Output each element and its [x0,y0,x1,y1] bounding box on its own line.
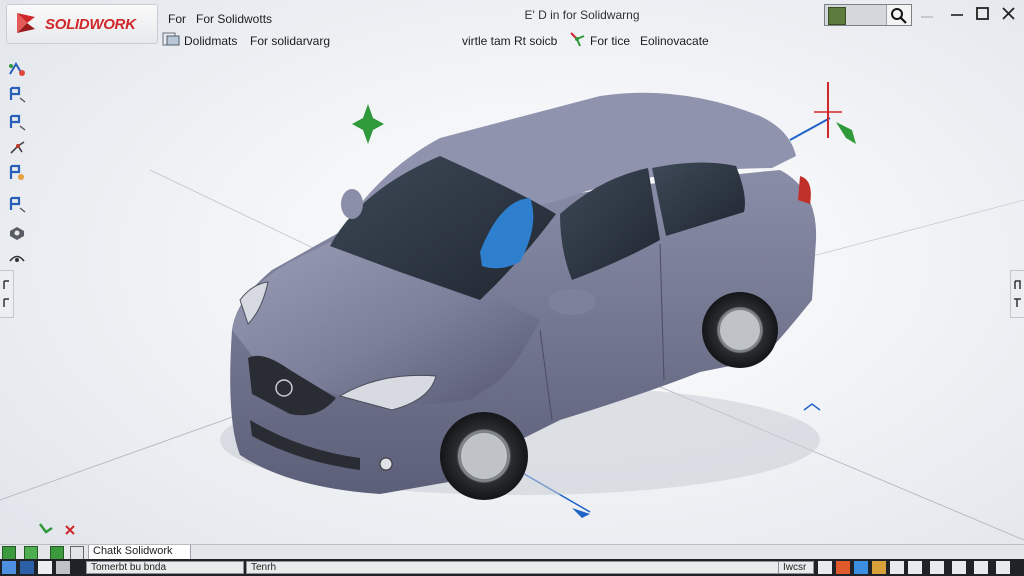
taskbar-item-label: Tomerbt bu bnda [91,562,167,573]
status-icons [2,546,84,560]
tab-model[interactable]: Chatk Solidwork [88,545,192,560]
menu-for-solidarvarg[interactable]: For solidarvarg [250,34,330,48]
taskbar-item-label: Iwcsr [783,562,807,573]
search-icon[interactable] [886,5,911,25]
fog-light [379,457,393,471]
chrome-icon[interactable] [854,561,868,574]
status-green-icon[interactable] [50,546,64,560]
toolbar-eolinovacate[interactable]: Eolinovacate [640,34,709,48]
axis-line [789,117,831,141]
taskbar-item[interactable]: Tenrh [246,561,814,574]
app-icon[interactable] [56,561,70,574]
axis-marker-icon [803,403,821,411]
app-icon[interactable] [38,561,52,574]
triad-icon[interactable] [814,82,856,144]
folder-icon[interactable] [872,561,886,574]
search-box[interactable] [824,4,912,26]
toolbar-for-tice[interactable]: For tice [590,34,630,48]
status-green-icon[interactable] [2,546,16,560]
maximize-icon[interactable] [972,5,994,23]
title-bar: SOLIDWORK For For Solidwotts Dolidmats F… [0,0,1024,56]
model-tabs-bar: Chatk Solidwork [0,544,1024,560]
image-icon [828,7,846,25]
minimize-icon[interactable] [946,5,968,23]
taskbar: Tomerbt bu bnda Tenrh Iwcsr [0,559,1024,576]
side-mirror [548,289,596,315]
tray-icon[interactable] [974,561,988,574]
tray-icon[interactable] [930,561,944,574]
tray-icon[interactable] [952,561,966,574]
front-wheel [440,412,528,500]
document-icon [162,32,180,46]
taskbar-item-label: Tenrh [251,562,277,573]
triad-icon[interactable] [39,523,75,535]
triad-icon[interactable] [568,30,586,48]
firefox-icon[interactable] [836,561,850,574]
triad-icon[interactable] [352,104,384,144]
taskbar-item[interactable]: Tomerbt bu bnda [86,561,244,574]
taskbar-item[interactable]: Iwcsr [778,561,814,574]
menu-dolidmats[interactable]: Dolidmats [184,34,237,48]
status-green-icon[interactable] [24,546,38,560]
app-icon[interactable] [20,561,34,574]
rear-wheel [702,292,778,368]
start-icon[interactable] [2,561,16,574]
close-icon[interactable] [998,5,1020,23]
graphics-viewport[interactable] [0,56,1024,544]
tab-nav-icon[interactable] [70,546,84,560]
axis-arrow-icon [572,508,590,518]
tail-light [798,176,811,204]
side-mirror [341,189,363,219]
tab-label: Chatk Solidwork [93,545,173,557]
tray-icon[interactable] [818,561,832,574]
tray-icon[interactable] [908,561,922,574]
toolbar-virtle[interactable]: virtle tam Rt soicb [462,34,557,48]
tray-icon[interactable] [996,561,1010,574]
minimize-icon[interactable] [916,5,938,23]
tray-icon[interactable] [890,561,904,574]
